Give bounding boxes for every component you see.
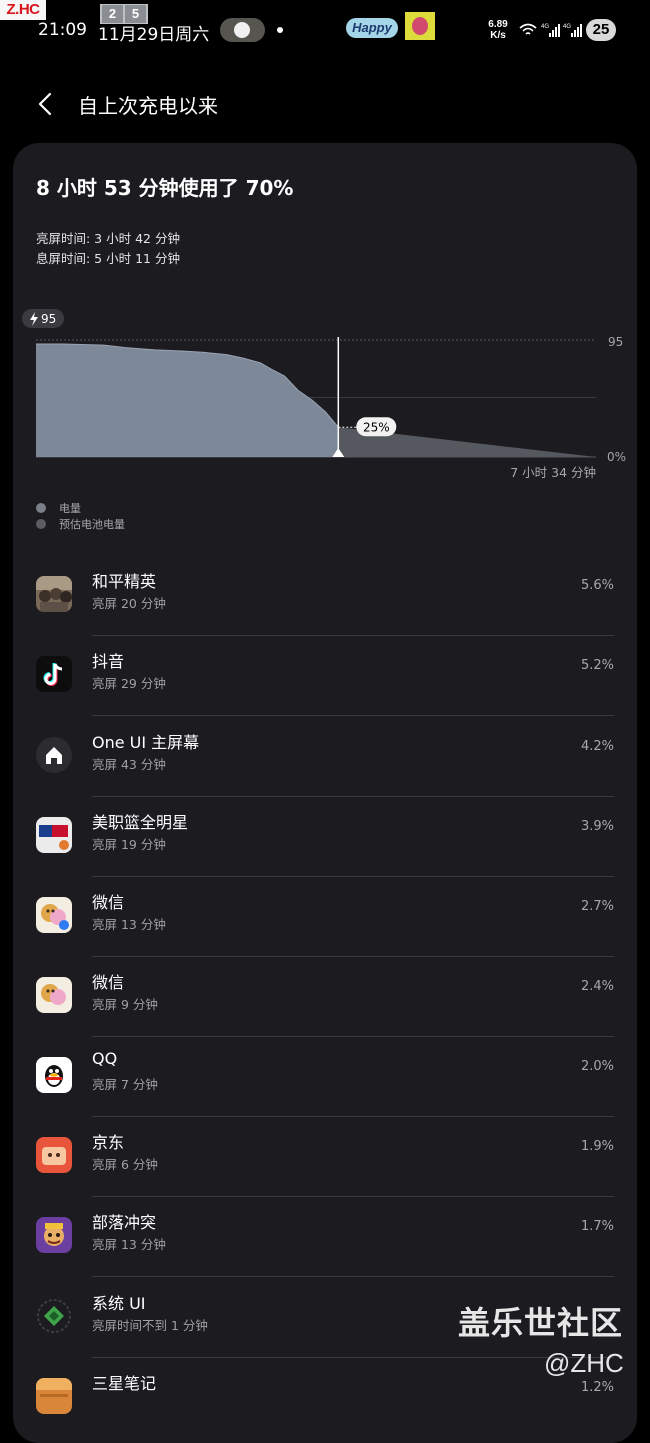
wechat-icon: [36, 977, 72, 1013]
app-usage-percent: 1.9%: [580, 1139, 614, 1154]
more-notifications-dot-icon: [277, 27, 283, 33]
app-name: 美职篮全明星: [92, 813, 189, 832]
app-screen-time: 亮屏 13 分钟: [92, 917, 166, 932]
app-screen-time: 亮屏 19 分钟: [92, 837, 166, 852]
app-screen-time: 亮屏 20 分钟: [92, 596, 166, 611]
start-level-badge: 95: [41, 312, 56, 326]
network-speed-value: 6.89: [488, 19, 508, 30]
y-axis-top-label: 95: [608, 335, 623, 349]
app-name: 三星笔记: [92, 1374, 157, 1393]
happy-sticker-icon: Happy: [346, 18, 398, 38]
sim2-4g-label: 4G: [563, 24, 571, 30]
wechat-icon: [36, 897, 72, 933]
network-speed: 6.89 K/s: [484, 19, 512, 41]
status-date: 11月29日周六: [98, 25, 210, 45]
page-title: 自上次充电以来: [78, 94, 218, 118]
app-name: QQ: [92, 1049, 118, 1068]
app-usage-percent: 1.7%: [580, 1219, 614, 1234]
app-row[interactable]: 和平精英 亮屏 20 分钟 5.6%: [36, 556, 614, 636]
app-usage-percent: 2.7%: [580, 899, 614, 914]
app-usage-percent: 3.9%: [580, 819, 614, 834]
network-speed-unit: K/s: [490, 30, 506, 41]
douyin-icon: [36, 656, 72, 692]
app-screen-time: 亮屏 43 分钟: [92, 757, 166, 772]
app-name: 微信: [92, 973, 125, 992]
page-header: 自上次充电以来: [0, 80, 650, 130]
app-row[interactable]: 部落冲突 亮屏 13 分钟 1.7%: [36, 1197, 614, 1277]
app-usage-percent: 4.2%: [580, 739, 614, 754]
app-screen-time: 亮屏时间不到 1 分钟: [92, 1318, 208, 1333]
usage-summary: 8 小时 53 分钟使用了 70%: [36, 176, 294, 200]
app-row[interactable]: QQ 亮屏 7 分钟 2.0%: [36, 1037, 614, 1117]
series-battery-area: [36, 343, 339, 457]
screen-on-time: 亮屏时间: 3 小时 42 分钟: [36, 231, 180, 246]
system-ui-icon: [36, 1298, 72, 1334]
app-usage-percent: 2.0%: [580, 1059, 614, 1074]
legend-label: 预估电池电量: [59, 518, 125, 531]
legend-item-estimate: 预估电池电量: [36, 516, 125, 532]
status-time: 21:09: [38, 20, 87, 40]
app-name: 京东: [92, 1133, 125, 1152]
clash-of-clans-icon: [36, 1217, 72, 1253]
current-level-badge: 25%: [363, 420, 390, 434]
app-name: 抖音: [92, 652, 125, 671]
screen-off-time: 息屏时间: 5 小时 11 分钟: [36, 251, 180, 266]
app-name: 系统 UI: [92, 1294, 146, 1313]
battery-level: 25: [586, 19, 616, 41]
app-row[interactable]: One UI 主屏幕 亮屏 43 分钟 4.2%: [36, 717, 614, 797]
back-chevron-icon[interactable]: [34, 88, 60, 120]
watermark-corner-logo: Z.HC: [0, 0, 46, 20]
app-row[interactable]: 京东 亮屏 6 分钟 1.9%: [36, 1117, 614, 1197]
legend-item-battery: 电量: [36, 500, 81, 516]
app-name: 部落冲突: [92, 1213, 157, 1232]
nba-allstar-icon: [36, 817, 72, 853]
legend-label: 电量: [59, 502, 81, 515]
app-usage-percent: 5.6%: [580, 578, 614, 593]
home-icon: [36, 737, 72, 773]
app-row[interactable]: 抖音 亮屏 29 分钟 5.2%: [36, 636, 614, 716]
divider: [92, 715, 614, 716]
app-row[interactable]: 微信 亮屏 13 分钟 2.7%: [36, 877, 614, 957]
battery-chart[interactable]: 25% 95 95 0% 7 小时 34 分钟: [20, 305, 630, 485]
app-usage-percent: 1.2%: [580, 1380, 614, 1395]
status-bar: Z.HC 2 5 21:09 11月29日周六 Happy 6.89 K/s 4…: [0, 0, 650, 60]
app-notification-icon: [234, 22, 250, 38]
qq-penguin-icon: [36, 1057, 72, 1093]
app-row[interactable]: 微信 亮屏 9 分钟 2.4%: [36, 957, 614, 1037]
y-axis-bottom-label: 0%: [607, 450, 626, 464]
divider: [92, 1276, 614, 1277]
app-name: 和平精英: [92, 572, 157, 591]
remaining-time-label: 7 小时 34 分钟: [510, 465, 596, 480]
avatar-sticker-icon: [405, 12, 435, 40]
app-screen-time: 亮屏 9 分钟: [92, 997, 158, 1012]
app-name: 微信: [92, 893, 125, 912]
app-screen-time: 亮屏 7 分钟: [92, 1077, 158, 1092]
jd-icon: [36, 1137, 72, 1173]
app-row[interactable]: 三星笔记 1.2%: [36, 1358, 614, 1438]
watermark-handle: @ZHC: [544, 1348, 624, 1378]
app-screen-time: 亮屏 13 分钟: [92, 1237, 166, 1252]
app-usage-percent: 5.2%: [580, 658, 614, 673]
wifi-icon: [519, 23, 537, 35]
watermark-text: 盖乐世社区: [458, 1304, 624, 1342]
app-screen-time: 亮屏 29 分钟: [92, 676, 166, 691]
app-name: One UI 主屏幕: [92, 733, 200, 752]
sim1-4g-label: 4G: [541, 24, 549, 30]
app-screen-time: 亮屏 6 分钟: [92, 1157, 158, 1172]
legend-dot: [36, 519, 46, 529]
cell-signal-icon-2: [571, 24, 582, 37]
samsung-notes-icon: [36, 1378, 72, 1414]
peace-elite-game-icon: [36, 576, 72, 612]
signal-icons: 4G 4G: [519, 23, 582, 37]
app-usage-percent: 2.4%: [580, 979, 614, 994]
app-row[interactable]: 美职篮全明星 亮屏 19 分钟 3.9%: [36, 797, 614, 877]
legend-dot: [36, 503, 46, 513]
cell-signal-icon: [549, 24, 560, 37]
